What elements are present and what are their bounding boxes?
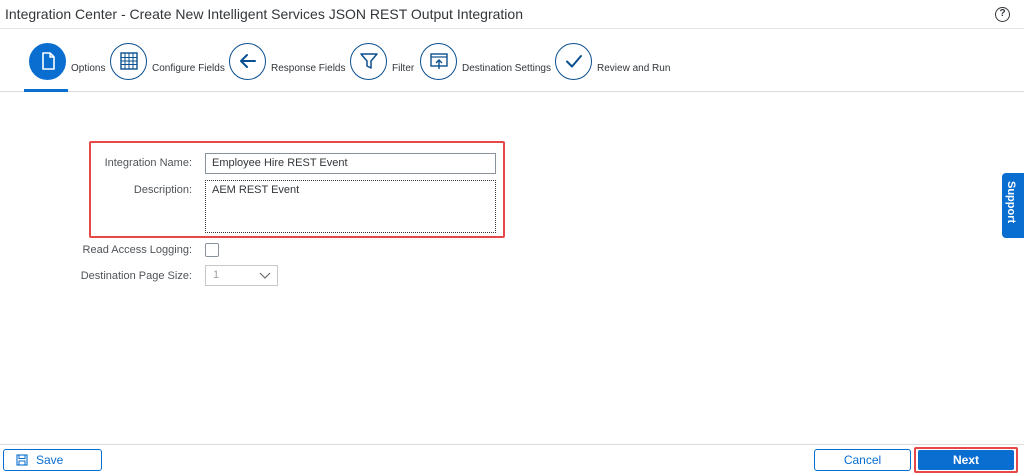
read-access-logging-checkbox[interactable] <box>205 243 219 257</box>
destination-page-size-label: Destination Page Size: <box>80 270 192 282</box>
step-destination-settings[interactable]: Destination Settings <box>420 30 551 92</box>
integration-name-label: Integration Name: <box>104 157 192 169</box>
step-label: Options <box>71 62 106 74</box>
description-textarea[interactable]: AEM REST Event <box>205 180 496 233</box>
chevron-down-icon <box>259 272 271 279</box>
document-icon <box>29 42 66 80</box>
step-label: Response Fields <box>271 62 346 74</box>
cancel-button-label: Cancel <box>843 453 882 467</box>
read-access-logging-label: Read Access Logging: <box>82 244 192 256</box>
step-label: Filter <box>392 62 415 74</box>
title-bar: Integration Center - Create New Intellig… <box>0 0 1024 29</box>
next-button-label: Next <box>952 453 979 467</box>
save-button[interactable]: Save <box>3 449 102 471</box>
next-button[interactable]: Next <box>918 450 1014 470</box>
step-filter[interactable]: Filter <box>350 30 414 92</box>
arrow-left-icon <box>229 42 266 80</box>
step-label: Destination Settings <box>462 62 551 74</box>
step-configure-fields[interactable]: Configure Fields <box>110 30 225 92</box>
step-response-fields[interactable]: Response Fields <box>229 30 345 92</box>
support-tab-label: Support <box>1005 181 1017 224</box>
save-icon <box>16 454 28 466</box>
save-button-label: Save <box>36 453 64 467</box>
integration-name-input[interactable]: Employee Hire REST Event <box>205 153 496 174</box>
checkmark-icon <box>555 42 592 80</box>
filter-icon <box>350 42 387 80</box>
step-review-and-run[interactable]: Review and Run <box>555 30 670 92</box>
table-icon <box>110 42 147 80</box>
select-value: 1 <box>213 269 220 281</box>
upload-screen-icon <box>420 42 457 80</box>
description-label: Description: <box>133 184 192 196</box>
help-icon[interactable]: ? <box>995 7 1010 22</box>
cancel-button[interactable]: Cancel <box>814 449 911 471</box>
step-options[interactable]: Options <box>29 30 105 92</box>
support-tab[interactable]: Support <box>1002 173 1024 238</box>
wizard-step-bar: Options Configure Fields Response Fields… <box>0 30 1024 92</box>
window-title: Integration Center - Create New Intellig… <box>5 6 523 22</box>
footer-bar: Save Cancel Next <box>0 444 1024 473</box>
step-label: Review and Run <box>597 62 671 74</box>
step-label: Configure Fields <box>152 62 225 74</box>
destination-page-size-select[interactable]: 1 <box>205 265 278 286</box>
